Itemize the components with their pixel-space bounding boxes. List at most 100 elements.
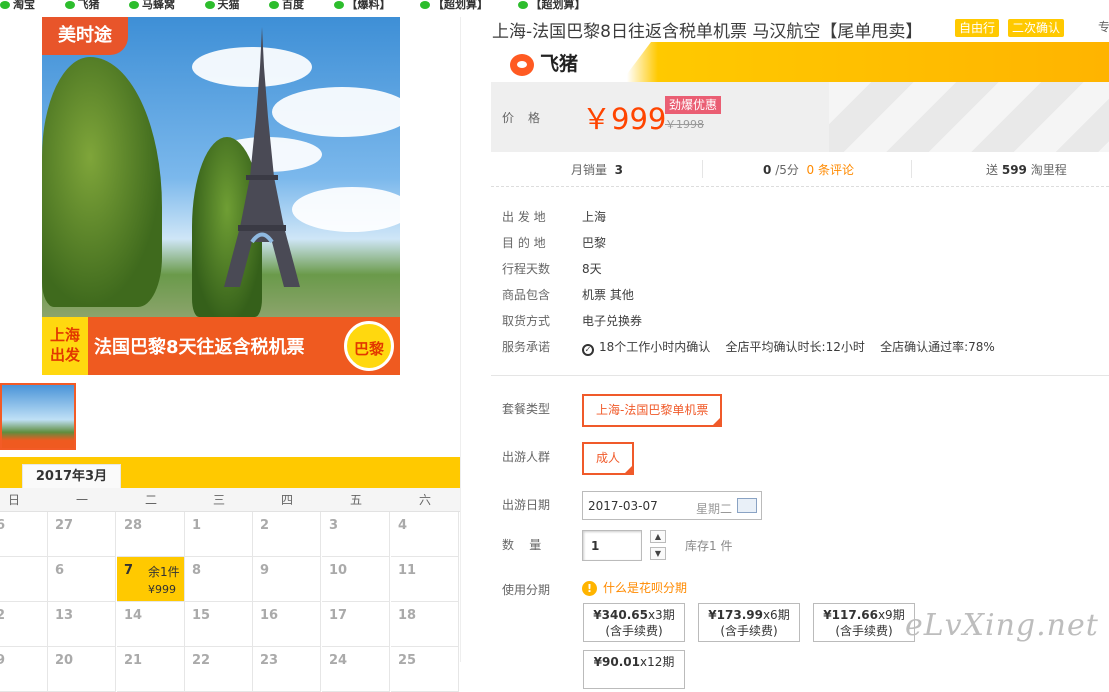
calendar-day-number: 22 bbox=[192, 653, 211, 668]
calendar-day-number: 10 bbox=[329, 563, 348, 578]
bookmark-item[interactable]: 百度 bbox=[269, 0, 304, 10]
info-label: 服务承诺 bbox=[502, 340, 551, 354]
people-option-selected[interactable]: 成人 bbox=[582, 442, 635, 475]
calendar-day[interactable]: 1 bbox=[185, 512, 253, 557]
calendar-day[interactable]: 13 bbox=[48, 602, 116, 647]
quantity-label: 数 量 bbox=[502, 538, 542, 552]
installment-option[interactable]: ¥340.65x3期 (含手续费) bbox=[583, 603, 685, 642]
calendar-day[interactable]: 28 bbox=[117, 512, 185, 557]
product-thumbnail[interactable] bbox=[0, 383, 76, 450]
calendar-day[interactable]: 2 bbox=[253, 512, 321, 557]
calendar-day[interactable]: 6 bbox=[48, 557, 116, 602]
calendar-day[interactable]: 10 bbox=[322, 557, 390, 602]
installment-option[interactable]: ¥173.99x6期 (含手续费) bbox=[698, 603, 800, 642]
calendar-day[interactable]: 8 bbox=[185, 557, 253, 602]
image-banner: 上海 出发 法国巴黎8天往返含税机票 巴黎 bbox=[42, 317, 400, 375]
info-value: 上海 bbox=[582, 210, 607, 224]
weekday-label: 三 bbox=[212, 493, 225, 507]
calendar-day-number: 11 bbox=[398, 563, 417, 578]
brand-name[interactable]: 飞猪 bbox=[510, 49, 578, 76]
calendar-month-tab[interactable]: 2017年3月 bbox=[22, 464, 121, 488]
package-option-selected[interactable]: 上海-法国巴黎单机票 bbox=[582, 394, 723, 427]
calendar-day[interactable]: 9 bbox=[253, 557, 321, 602]
calendar-day-selected[interactable]: 7 余1件 ¥999 bbox=[117, 557, 185, 602]
bookmark-item[interactable]: 淘宝 bbox=[0, 0, 35, 10]
huabei-help-link[interactable]: ! 什么是花呗分期 bbox=[582, 579, 687, 596]
calendar-day[interactable]: 26 bbox=[0, 512, 48, 557]
calendar-day[interactable]: 23 bbox=[253, 647, 321, 692]
installment-amount: ¥340.65 bbox=[593, 608, 648, 622]
bookmark-item[interactable]: 【爆料】 bbox=[333, 0, 391, 10]
calendar-day[interactable]: 19 bbox=[0, 647, 48, 692]
installment-option[interactable]: ¥90.01x12期 bbox=[583, 650, 685, 689]
info-value: 电子兑换券 bbox=[582, 314, 643, 328]
bookmark-item[interactable]: 天猫 bbox=[204, 0, 240, 10]
info-value: 8天 bbox=[582, 262, 602, 276]
calendar-icon[interactable] bbox=[737, 498, 757, 513]
brand-bar bbox=[491, 42, 1109, 82]
points-suffix: 淘里程 bbox=[1030, 163, 1067, 177]
bookmark-icon bbox=[204, 1, 215, 9]
installment-amount: ¥173.99 bbox=[708, 608, 763, 622]
price-value: ￥999 bbox=[582, 102, 667, 136]
calendar-day[interactable]: 25 bbox=[391, 647, 459, 692]
original-price: ￥1998 bbox=[665, 118, 704, 131]
installment-amount: ¥90.01 bbox=[593, 655, 640, 669]
weekday-label: 五 bbox=[349, 493, 362, 507]
bookmark-icon bbox=[333, 1, 344, 9]
info-label: 商品包含 bbox=[502, 288, 551, 302]
calendar-day[interactable]: 4 bbox=[391, 512, 459, 557]
installment-amount: ¥117.66 bbox=[823, 608, 878, 622]
calendar-day-number: 1 bbox=[192, 518, 202, 533]
calendar-day[interactable]: 15 bbox=[185, 602, 253, 647]
bookmark-item[interactable]: 飞猪 bbox=[64, 0, 100, 10]
calendar-day[interactable]: 20 bbox=[48, 647, 116, 692]
calendar-day-number: 23 bbox=[260, 653, 279, 668]
calendar-day[interactable]: 14 bbox=[117, 602, 185, 647]
calendar-day[interactable]: 5 bbox=[0, 557, 48, 602]
product-main-image[interactable]: 美时途 上海 出发 法国巴黎8天往返含税机票 巴黎 bbox=[42, 17, 400, 375]
reviews-link[interactable]: 0 条评论 bbox=[807, 163, 854, 177]
stat-separator bbox=[911, 160, 912, 178]
stat-separator bbox=[702, 160, 703, 178]
sales-stats: 月销量 3 0 /5分 0 条评论 送 599 淘里程 bbox=[491, 152, 1109, 187]
points-value: 599 bbox=[1001, 163, 1027, 177]
quantity-up-button[interactable]: ▲ bbox=[650, 530, 666, 543]
date-label: 出游日期 bbox=[502, 498, 551, 512]
calendar-day-number: 9 bbox=[260, 563, 270, 578]
tag-self-guided: 自由行 bbox=[955, 19, 1000, 37]
calendar-day-number: 15 bbox=[192, 608, 211, 623]
info-label: 出 发 地 bbox=[502, 210, 546, 224]
bookmark-item[interactable]: 【超划算】 bbox=[420, 0, 488, 10]
bookmark-item[interactable]: 【超划算】 bbox=[517, 0, 586, 10]
calendar-day[interactable]: 22 bbox=[185, 647, 253, 692]
brand-bar-cut bbox=[621, 42, 651, 82]
calendar-day[interactable]: 3 bbox=[322, 512, 390, 557]
calendar-day[interactable]: 24 bbox=[322, 647, 390, 692]
calendar-day[interactable]: 21 bbox=[117, 647, 185, 692]
travel-date-weekday: 星期二 bbox=[696, 502, 733, 516]
installment-option[interactable]: ¥117.66x9期 (含手续费) bbox=[813, 603, 915, 642]
calendar-day[interactable]: 18 bbox=[391, 602, 459, 647]
price-box-stripe bbox=[829, 82, 1109, 152]
calendar-day[interactable]: 12 bbox=[0, 602, 48, 647]
quantity-down-button[interactable]: ▼ bbox=[650, 547, 666, 560]
bookmark-icon bbox=[64, 1, 75, 9]
bookmark-icon bbox=[517, 1, 528, 9]
info-label: 行程天数 bbox=[502, 262, 551, 276]
quantity-input[interactable]: 1 bbox=[582, 530, 642, 561]
installment-period: x6期 bbox=[762, 608, 790, 622]
top-right-text: 专 bbox=[1098, 20, 1109, 34]
calendar-day[interactable]: 11 bbox=[391, 557, 459, 602]
bookmarks-bar: 淘宝 飞猪 马蜂窝 天猫 百度 【爆料】 【超划算】 【超划算】 bbox=[0, 0, 1109, 10]
calendar-day[interactable]: 27 bbox=[48, 512, 116, 557]
monthly-sales-value: 3 bbox=[614, 163, 624, 177]
package-label: 套餐类型 bbox=[502, 402, 551, 416]
calendar-day-number: 21 bbox=[124, 653, 143, 668]
calendar-weekdays: 日 一 二 三 四 五 六 bbox=[0, 488, 460, 512]
calendar-day[interactable]: 17 bbox=[322, 602, 390, 647]
calendar-day[interactable]: 16 bbox=[253, 602, 321, 647]
bookmark-item[interactable]: 马蜂窝 bbox=[129, 0, 175, 10]
travel-date-input[interactable]: 2017-03-07 星期二 bbox=[582, 491, 762, 520]
calendar-day-number: 24 bbox=[329, 653, 348, 668]
